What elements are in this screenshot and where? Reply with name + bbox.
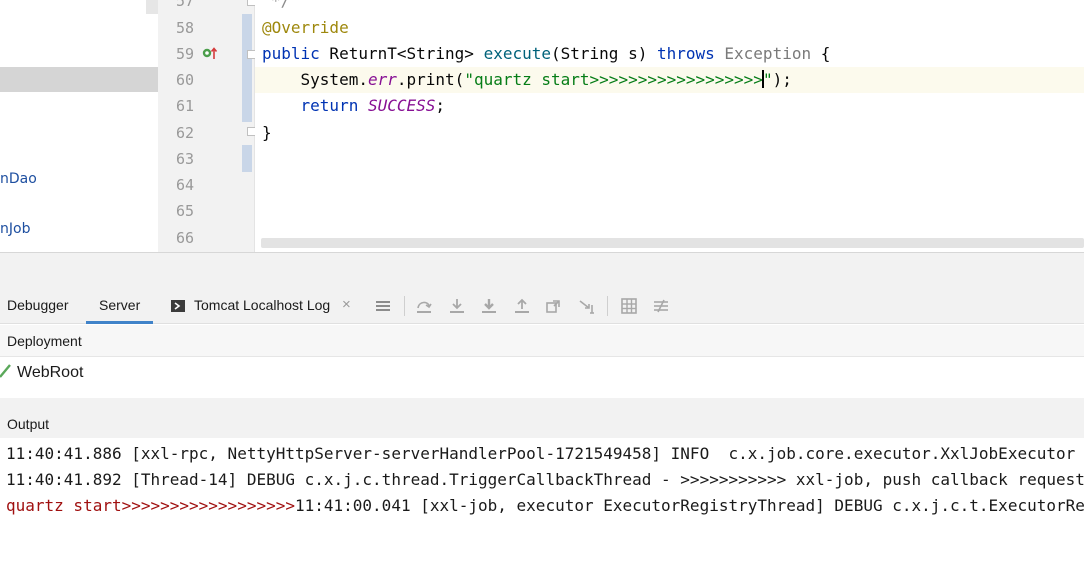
tab-tomcat-localhost-log[interactable]: Tomcat Localhost Log <box>194 288 330 324</box>
line-number: 61 <box>175 97 194 115</box>
static-field-token: err <box>367 70 397 89</box>
tab-debugger[interactable]: Debugger <box>7 288 69 324</box>
run-to-cursor-icon[interactable] <box>578 297 596 315</box>
keyword-token: public <box>262 44 320 63</box>
call-token: .print( <box>396 70 465 89</box>
trace-icon[interactable] <box>652 297 670 315</box>
receiver-token: System. <box>262 70 368 89</box>
vcs-change-marker[interactable] <box>242 145 252 172</box>
toolbar-separator <box>404 296 405 316</box>
tab-server[interactable]: Server <box>86 288 154 324</box>
deployment-title: Deployment <box>7 333 82 349</box>
step-into-icon[interactable] <box>448 297 466 315</box>
stderr-text: quartz start>>>>>>>>>>>>>>>>>> <box>6 496 295 515</box>
code-line: */ <box>271 0 291 10</box>
line-number: 58 <box>175 19 194 37</box>
string-literal-token: "quartz start>>>>>>>>>>>>>>>>>> <box>464 70 763 89</box>
evaluate-icon[interactable] <box>620 297 638 315</box>
step-out-icon[interactable] <box>513 297 531 315</box>
console-line: 11:40:41.886 [xxl-rpc, NettyHttpServer-s… <box>6 444 1076 463</box>
keyword-token: return <box>300 96 359 115</box>
stdout-text: 11:41:00.041 [xxl-job, executor Executor… <box>294 496 1084 515</box>
code-line: public ReturnT<String> execute(String s)… <box>262 44 830 63</box>
project-tree-scrollbar[interactable] <box>146 0 158 14</box>
brace-token: { <box>811 44 831 63</box>
params-token: (String s) <box>551 44 657 63</box>
output-title: Output <box>7 416 50 432</box>
statement-end-token: ); <box>772 70 792 89</box>
line-number: 60 <box>175 71 194 89</box>
exception-token: Exception <box>714 44 812 63</box>
line-number: 63 <box>175 150 194 168</box>
code-line: @Override <box>262 18 349 37</box>
deployment-item-webroot[interactable]: WebRoot <box>17 364 83 382</box>
annotation-token: @Override <box>262 18 349 37</box>
project-tree: nDao nJob <box>0 0 158 252</box>
code-line: System.err.print("quartz start>>>>>>>>>>… <box>262 70 792 89</box>
constant-token: SUCCESS <box>367 96 436 115</box>
deployment-header: Deployment <box>0 325 1084 357</box>
line-number: 62 <box>175 124 194 142</box>
line-number: 66 <box>175 229 194 247</box>
line-number: 57 <box>175 0 194 10</box>
string-literal-token: " <box>762 70 773 89</box>
project-tree-item[interactable]: nDao <box>0 171 37 187</box>
code-editor[interactable]: */ @Override public ReturnT<String> exec… <box>255 0 1084 252</box>
project-tree-item[interactable]: nJob <box>0 221 30 237</box>
force-step-into-icon[interactable] <box>480 297 498 315</box>
console-line: quartz start>>>>>>>>>>>>>>>>>>11:41:00.0… <box>6 496 1084 515</box>
editor-horizontal-scrollbar[interactable] <box>261 238 1084 248</box>
method-name-token: execute <box>483 44 551 63</box>
output-header: Output <box>0 398 1084 438</box>
keyword-token: throws <box>656 44 715 63</box>
output-console[interactable]: 11:40:41.886 [xxl-rpc, NettyHttpServer-s… <box>0 438 1084 580</box>
line-number: 59 <box>175 45 194 63</box>
services-tab-bar: Debugger Server Tomcat Localhost Log × <box>0 288 1084 324</box>
override-method-icon[interactable] <box>202 46 218 60</box>
code-line: } <box>262 123 272 142</box>
type-token: ReturnT<String> <box>319 44 484 63</box>
console-icon <box>171 300 185 312</box>
deployed-check-icon <box>0 364 11 378</box>
tool-window-splitter[interactable] <box>0 252 1084 288</box>
drop-frame-icon[interactable] <box>545 297 563 315</box>
menu-icon[interactable] <box>374 297 392 315</box>
line-number: 65 <box>175 202 194 220</box>
vcs-change-marker[interactable] <box>242 14 252 122</box>
project-tree-selected-row[interactable] <box>0 67 158 92</box>
deployment-list: WebRoot <box>0 358 1084 398</box>
brace-token: } <box>262 123 272 142</box>
console-line: 11:40:41.892 [Thread-14] DEBUG c.x.j.c.t… <box>6 470 1084 489</box>
line-number: 64 <box>175 176 194 194</box>
step-over-icon[interactable] <box>415 297 433 315</box>
code-line: return SUCCESS; <box>262 96 446 115</box>
statement-end-token: ; <box>435 96 446 115</box>
close-tab-icon[interactable]: × <box>342 288 351 324</box>
toolbar-separator <box>607 296 608 316</box>
